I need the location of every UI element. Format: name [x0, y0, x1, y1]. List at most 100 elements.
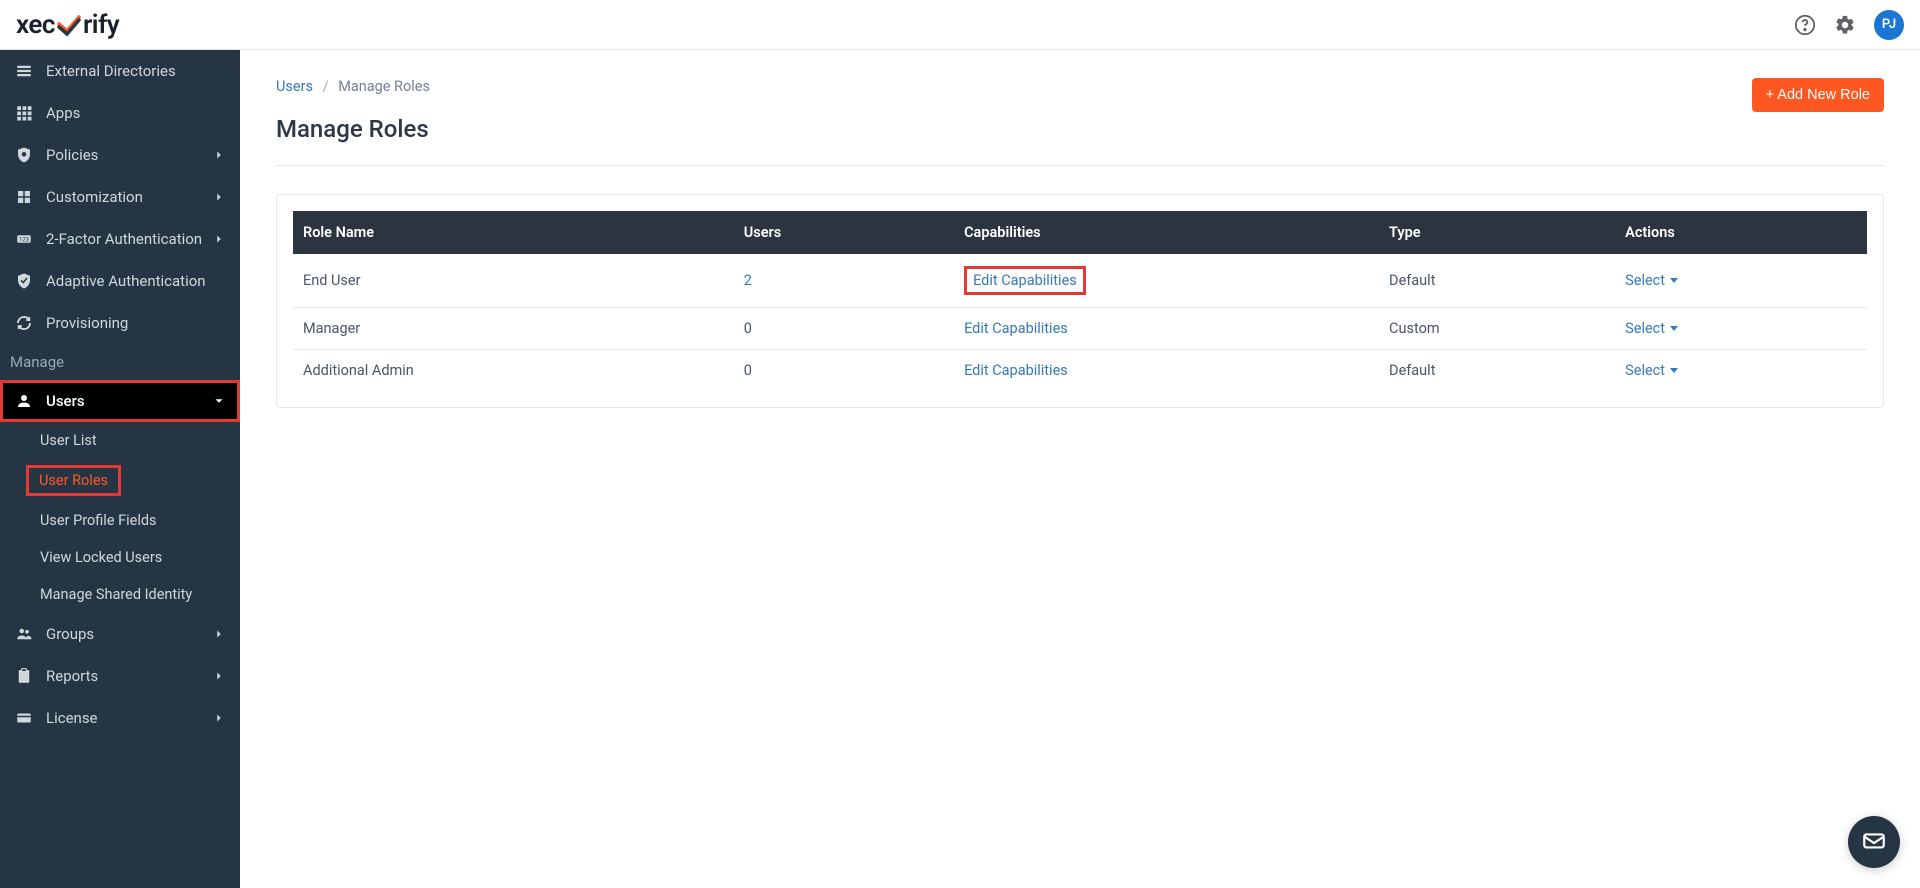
sidebar-label: Apps — [46, 104, 80, 122]
sidebar-label: 2-Factor Authentication — [46, 230, 202, 248]
cell-actions: Select — [1615, 350, 1867, 392]
select-label: Select — [1625, 320, 1665, 337]
edit-capabilities-link[interactable]: Edit Capabilities — [964, 362, 1068, 379]
shield-check-icon — [14, 271, 34, 291]
cell-actions: Select — [1615, 254, 1867, 308]
sidebar-label: Reports — [46, 667, 98, 685]
sidebar-label: External Directories — [46, 62, 176, 80]
sidebar-label: Policies — [46, 146, 98, 164]
select-dropdown[interactable]: Select — [1625, 320, 1678, 337]
cell-actions: Select — [1615, 308, 1867, 350]
edit-capabilities-link[interactable]: Edit Capabilities — [964, 320, 1068, 337]
header-actions: PJ — [1794, 10, 1904, 40]
sidebar: External Directories Apps Policies Custo… — [0, 0, 240, 888]
cell-users: 0 — [734, 308, 954, 350]
help-icon[interactable] — [1794, 14, 1816, 36]
cell-role-name: End User — [293, 254, 734, 308]
cell-users: 2 — [734, 254, 954, 308]
app-header: xec rify PJ — [0, 0, 1920, 50]
submenu-user-list[interactable]: User List — [0, 422, 240, 459]
chevron-down-icon — [212, 394, 226, 408]
highlight-box: Edit Capabilities — [964, 266, 1086, 295]
th-type: Type — [1379, 211, 1615, 254]
sync-icon — [14, 313, 34, 333]
logo-text-suffix: rify — [83, 10, 119, 40]
cell-type: Default — [1379, 254, 1615, 308]
chevron-right-icon — [212, 148, 226, 162]
groups-icon — [14, 624, 34, 644]
sidebar-item-groups[interactable]: Groups — [0, 613, 240, 655]
submenu-user-profile-fields[interactable]: User Profile Fields — [0, 502, 240, 539]
cell-capabilities: Edit Capabilities — [954, 254, 1379, 308]
th-users: Users — [734, 211, 954, 254]
chevron-right-icon — [212, 232, 226, 246]
cell-capabilities: Edit Capabilities — [954, 308, 1379, 350]
sidebar-label: Users — [46, 392, 85, 410]
sidebar-label: Adaptive Authentication — [46, 272, 206, 290]
grid-icon — [14, 103, 34, 123]
sidebar-item-apps[interactable]: Apps — [0, 92, 240, 134]
submenu-manage-shared-identity[interactable]: Manage Shared Identity — [0, 576, 240, 613]
table-row: End User 2 Edit Capabilities Default Select — [293, 254, 1867, 308]
svg-text:123: 123 — [19, 236, 29, 243]
caret-down-icon — [1670, 368, 1678, 373]
sidebar-label: Groups — [46, 625, 94, 643]
badge-icon: 123 — [14, 229, 34, 249]
breadcrumb-current: Manage Roles — [338, 78, 430, 95]
sidebar-item-2fa[interactable]: 123 2-Factor Authentication — [0, 218, 240, 260]
sidebar-item-provisioning[interactable]: Provisioning — [0, 302, 240, 344]
sidebar-label: Customization — [46, 188, 143, 206]
sidebar-label: License — [46, 709, 98, 727]
cell-capabilities: Edit Capabilities — [954, 350, 1379, 392]
clipboard-icon — [14, 666, 34, 686]
chevron-right-icon — [212, 627, 226, 641]
select-label: Select — [1625, 362, 1665, 379]
th-role-name: Role Name — [293, 211, 734, 254]
logo-text-prefix: xec — [16, 10, 55, 40]
sidebar-item-external-directories[interactable]: External Directories — [0, 50, 240, 92]
select-dropdown[interactable]: Select — [1625, 362, 1678, 379]
sidebar-item-reports[interactable]: Reports — [0, 655, 240, 697]
sidebar-item-license[interactable]: License — [0, 697, 240, 739]
caret-down-icon — [1670, 278, 1678, 283]
puzzle-icon — [14, 187, 34, 207]
submenu-user-roles[interactable]: User Roles — [26, 465, 121, 496]
cell-role-name: Manager — [293, 308, 734, 350]
user-avatar[interactable]: PJ — [1874, 10, 1904, 40]
chevron-right-icon — [212, 669, 226, 683]
breadcrumb: Users / Manage Roles — [276, 78, 430, 95]
cell-role-name: Additional Admin — [293, 350, 734, 392]
list-icon — [14, 61, 34, 81]
table-row: Manager0 Edit Capabilities Custom Select — [293, 308, 1867, 350]
chat-button[interactable] — [1848, 816, 1900, 868]
breadcrumb-users-link[interactable]: Users — [276, 78, 313, 95]
roles-table: Role Name Users Capabilities Type Action… — [293, 211, 1867, 391]
breadcrumb-separator: / — [323, 78, 329, 95]
divider — [276, 165, 1884, 166]
edit-capabilities-link[interactable]: Edit Capabilities — [973, 272, 1077, 289]
cell-type: Custom — [1379, 308, 1615, 350]
submenu-view-locked-users[interactable]: View Locked Users — [0, 539, 240, 576]
shield-search-icon — [14, 145, 34, 165]
select-dropdown[interactable]: Select — [1625, 272, 1678, 289]
th-actions: Actions — [1615, 211, 1867, 254]
sidebar-item-policies[interactable]: Policies — [0, 134, 240, 176]
sidebar-item-users[interactable]: Users — [0, 380, 240, 422]
sidebar-section-manage: Manage — [0, 344, 240, 380]
sidebar-label: Provisioning — [46, 314, 128, 332]
page-title: Manage Roles — [276, 115, 430, 143]
caret-down-icon — [1670, 326, 1678, 331]
sidebar-item-adaptive-auth[interactable]: Adaptive Authentication — [0, 260, 240, 302]
logo-mark-icon — [57, 13, 81, 37]
select-label: Select — [1625, 272, 1665, 289]
roles-card: Role Name Users Capabilities Type Action… — [276, 194, 1884, 408]
app-logo: xec rify — [16, 10, 119, 40]
cell-users: 0 — [734, 350, 954, 392]
users-submenu: User List User Roles User Profile Fields… — [0, 422, 240, 613]
gear-icon[interactable] — [1834, 14, 1856, 36]
sidebar-item-customization[interactable]: Customization — [0, 176, 240, 218]
user-icon — [14, 391, 34, 411]
add-new-role-button[interactable]: + Add New Role — [1752, 78, 1884, 112]
users-count-link[interactable]: 2 — [744, 272, 752, 289]
chevron-right-icon — [212, 711, 226, 725]
